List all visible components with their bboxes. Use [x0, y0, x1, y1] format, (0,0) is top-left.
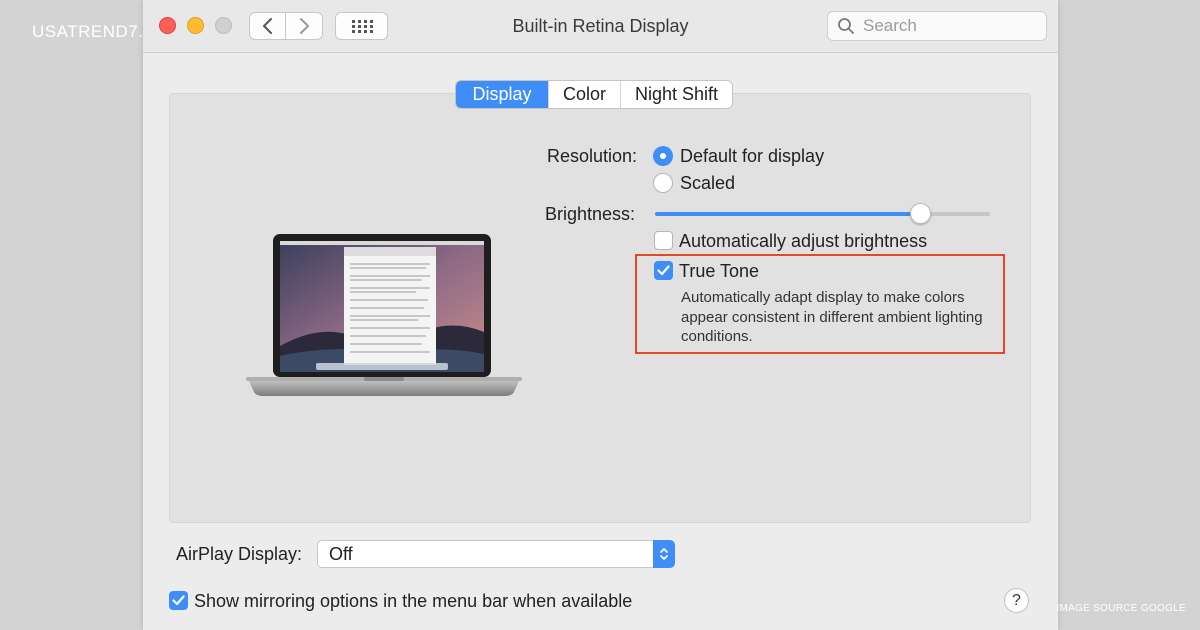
resolution-scaled-radio[interactable] — [653, 173, 673, 193]
auto-brightness-label[interactable]: Automatically adjust brightness — [679, 231, 927, 252]
tab-night-shift[interactable]: Night Shift — [620, 81, 732, 108]
tab-color[interactable]: Color — [548, 81, 620, 108]
checkmark-icon — [172, 595, 185, 606]
search-icon — [838, 18, 854, 34]
mirroring-checkbox[interactable] — [169, 591, 188, 610]
macbook-illustration — [246, 234, 522, 396]
brightness-slider[interactable] — [655, 203, 990, 224]
airplay-select[interactable]: Off — [317, 540, 675, 568]
image-source-text: IMAGE SOURCE GOOGLE — [1056, 603, 1186, 614]
brightness-label: Brightness: — [545, 204, 636, 224]
brightness-slider-knob[interactable] — [909, 203, 931, 224]
true-tone-description: Automatically adapt display to make colo… — [681, 289, 983, 345]
resolution-scaled-label[interactable]: Scaled — [680, 173, 735, 194]
title-bar: Built-in Retina Display Search — [143, 0, 1058, 53]
brightness-slider-fill — [655, 212, 920, 216]
airplay-label: AirPlay Display: — [176, 544, 303, 564]
tab-display[interactable]: Display — [456, 81, 548, 108]
help-button[interactable]: ? — [1004, 588, 1029, 613]
watermark-text: USATREND7. — [32, 22, 144, 41]
system-preferences-window: Built-in Retina Display Search Display C… — [143, 0, 1058, 630]
mirroring-label[interactable]: Show mirroring options in the menu bar w… — [194, 591, 632, 612]
true-tone-label[interactable]: True Tone — [679, 261, 759, 282]
resolution-label: Resolution: — [547, 146, 638, 166]
search-placeholder: Search — [863, 16, 917, 35]
resolution-default-radio[interactable] — [653, 146, 673, 166]
true-tone-checkbox[interactable] — [654, 261, 673, 280]
airplay-select-value: Off — [329, 544, 353, 564]
search-field[interactable]: Search — [827, 11, 1047, 41]
resolution-default-label[interactable]: Default for display — [680, 146, 824, 167]
up-down-arrows-icon — [653, 540, 675, 568]
tab-bar: Display Color Night Shift — [455, 80, 734, 109]
checkmark-icon — [657, 265, 670, 276]
auto-brightness-checkbox[interactable] — [654, 231, 673, 250]
